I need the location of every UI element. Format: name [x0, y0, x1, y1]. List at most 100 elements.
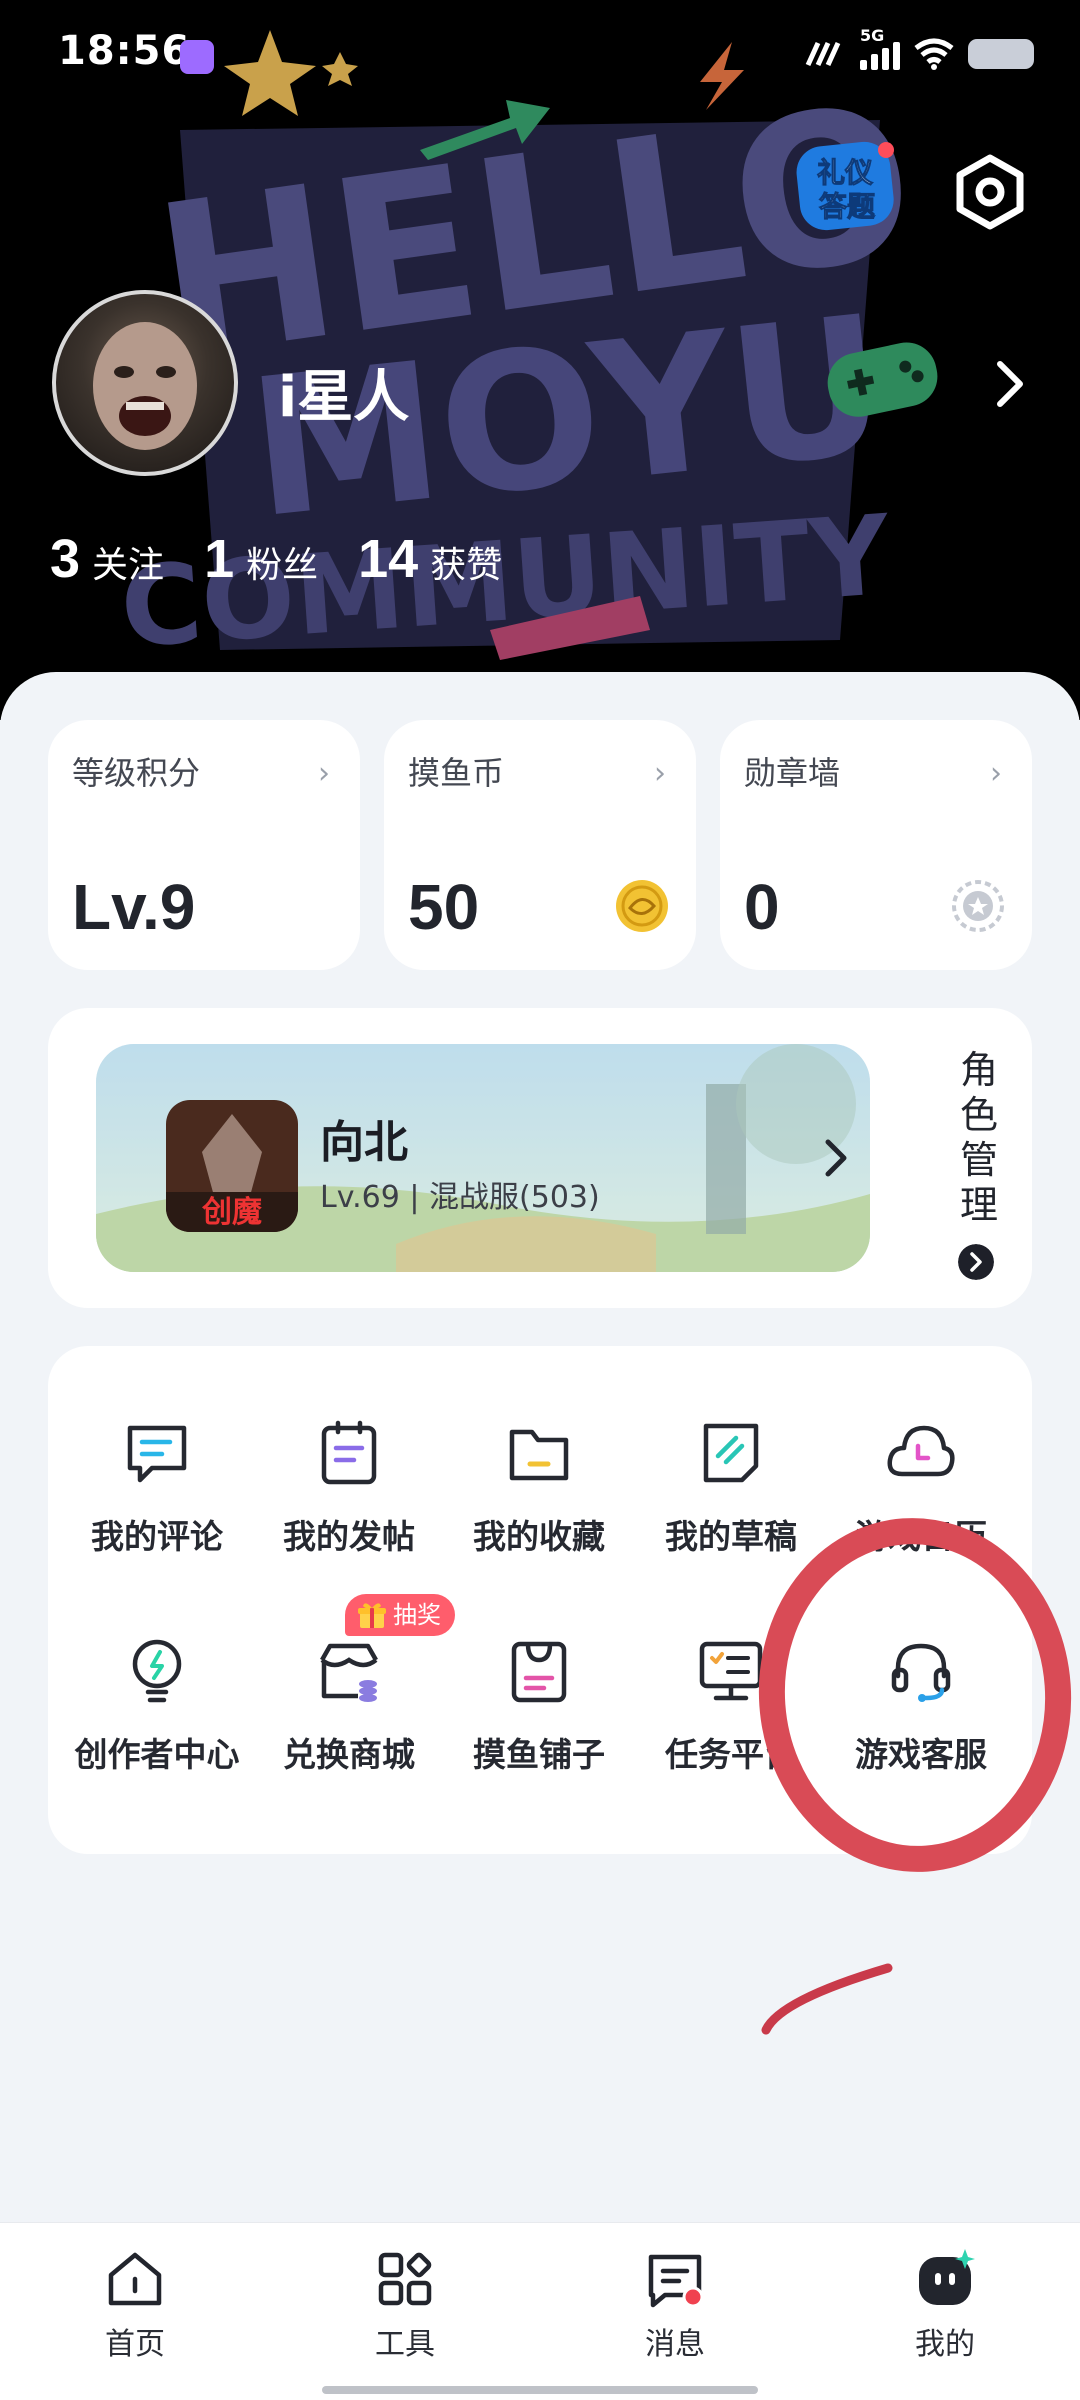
grid-label: 任务平台	[665, 1735, 797, 1774]
etiquette-quiz-badge[interactable]: 礼仪 答题	[790, 130, 900, 240]
avatar[interactable]	[52, 290, 238, 476]
lightbulb-icon	[132, 1639, 182, 1703]
stat-following-label: 关注	[92, 545, 165, 586]
grid-label: 我的收藏	[473, 1517, 605, 1556]
draft-icon	[703, 1423, 759, 1483]
medal-count-value: 0	[744, 871, 780, 943]
role-manage-char-3: 管	[959, 1138, 998, 1182]
role-card: 创魔 向北 Lv.69 | 混战服(503) 角 色 管 理	[48, 1008, 1032, 1308]
grid-item-my-posts[interactable]: 我的发帖	[254, 1418, 444, 1588]
lottery-badge-label: 抽奖	[393, 1601, 441, 1629]
wifi-icon	[914, 38, 954, 70]
grid-item-game-support[interactable]: 游戏客服	[826, 1636, 1016, 1806]
stat-followers-count: 1	[204, 529, 235, 589]
comment-icon	[127, 1425, 187, 1483]
moyu-coin-card[interactable]: 摸鱼币 › 50	[384, 720, 696, 970]
stat-followers-label: 粉丝	[246, 545, 319, 586]
message-icon	[648, 2254, 704, 2308]
game-icon-text: 创魔	[201, 1195, 262, 1230]
level-points-card[interactable]: 等级积分 › Lv.9	[48, 720, 360, 970]
grid-item-task-platform[interactable]: 任务平台	[636, 1636, 826, 1806]
status-indicators: 5G	[804, 26, 1034, 70]
quiz-badge-line-2: 答题	[819, 190, 875, 223]
stat-following[interactable]: 3 关注	[50, 528, 164, 590]
medal-wall-title: 勋章墙	[744, 754, 841, 792]
tab-tools[interactable]: 工具	[330, 2249, 480, 2369]
medal-icon	[952, 880, 1004, 932]
shop-icon	[320, 1643, 378, 1702]
grid-item-my-drafts[interactable]: 我的草稿	[636, 1418, 826, 1588]
chevron-right-icon: ›	[654, 756, 666, 791]
grid-item-creator-center[interactable]: 创作者中心	[62, 1636, 252, 1806]
battery-icon	[968, 39, 1034, 69]
role-management-button[interactable]: 角 色 管 理	[954, 1048, 1004, 1228]
moyu-coin-title: 摸鱼币	[408, 754, 505, 792]
grid-item-game-calendar[interactable]: 游戏日历	[826, 1418, 1016, 1588]
grid-label: 我的草稿	[665, 1517, 797, 1556]
stat-likes[interactable]: 14 获赞	[358, 528, 502, 590]
lottery-badge: 抽奖	[345, 1594, 455, 1636]
avatar-face	[93, 322, 197, 450]
tab-home[interactable]: 首页	[60, 2249, 210, 2369]
level-points-title: 等级积分	[72, 754, 201, 792]
quiz-badge-line-1: 礼仪	[817, 156, 874, 189]
post-icon	[321, 1420, 377, 1485]
moyu-coin-value: 50	[408, 871, 480, 943]
network-type-label: 5G	[860, 26, 885, 45]
level-value: Lv.9	[72, 871, 196, 943]
chevron-right-icon: ›	[318, 756, 330, 791]
stat-followers[interactable]: 1 粉丝	[204, 528, 318, 590]
tab-label: 工具	[375, 2327, 435, 2362]
grid-item-moyu-shop[interactable]: 摸鱼铺子	[444, 1636, 634, 1806]
tab-label: 首页	[105, 2327, 165, 2362]
chevron-right-icon[interactable]	[820, 1136, 850, 1180]
gift-icon	[358, 1603, 386, 1628]
tab-messages[interactable]: 消息	[600, 2249, 750, 2369]
tab-profile[interactable]: 我的	[870, 2249, 1020, 2369]
grid-label: 我的发帖	[283, 1517, 415, 1556]
folder-icon	[509, 1429, 569, 1481]
home-icon	[108, 2252, 162, 2306]
stat-likes-label: 获赞	[430, 545, 503, 586]
chevron-right-icon[interactable]	[990, 358, 1030, 410]
nfc-icon	[805, 41, 841, 67]
role-manage-char-1: 角	[959, 1048, 998, 1092]
grid-label: 游戏客服	[855, 1735, 987, 1774]
profile-stats: 3 关注 1 粉丝 14 获赞	[50, 528, 542, 590]
chevron-right-icon: ›	[990, 756, 1002, 791]
game-icon: 创魔	[166, 1100, 298, 1232]
chevron-circle-icon[interactable]	[958, 1244, 994, 1280]
stat-following-count: 3	[50, 529, 81, 589]
notification-app-icon	[180, 40, 214, 74]
grid-item-exchange-mall[interactable]: 兑换商城	[254, 1636, 444, 1806]
cellular-signal-icon: 5G	[860, 26, 900, 70]
bag-icon	[511, 1641, 567, 1703]
grid-item-my-comments[interactable]: 我的评论	[62, 1418, 252, 1588]
role-manage-char-2: 色	[959, 1093, 998, 1137]
profile-icon	[919, 2249, 975, 2305]
grid-label: 摸鱼铺子	[473, 1735, 605, 1774]
grid-label: 创作者中心	[74, 1735, 240, 1774]
username[interactable]: i星人	[278, 352, 409, 433]
grid-label: 游戏日历	[855, 1517, 987, 1556]
tab-label: 消息	[645, 2327, 705, 2362]
home-indicator[interactable]	[322, 2386, 758, 2394]
grid-item-my-favorites[interactable]: 我的收藏	[444, 1418, 634, 1588]
status-bar: 18:56 5G	[0, 0, 1080, 115]
bottom-tab-bar: 首页 工具 消息 我的	[0, 2222, 1080, 2400]
role-name: 向北	[320, 1117, 408, 1168]
role-server-info: Lv.69 | 混战服(503)	[320, 1180, 600, 1215]
role-manage-char-4: 理	[959, 1183, 998, 1227]
profile-header: HELLO MOYU COMMUNITY 18:56 5G 礼仪 答题 i星人 …	[0, 0, 1080, 720]
grid-label: 兑换商城	[283, 1735, 415, 1774]
grid-label: 我的评论	[91, 1517, 223, 1556]
settings-hex-icon[interactable]	[950, 152, 1030, 232]
task-icon	[699, 1641, 763, 1701]
status-time: 18:56	[58, 28, 191, 74]
medal-wall-card[interactable]: 勋章墙 › 0	[720, 720, 1032, 970]
headset-icon	[891, 1643, 951, 1702]
coin-icon	[616, 880, 668, 932]
stat-likes-count: 14	[358, 529, 419, 589]
cloud-clock-icon	[887, 1425, 955, 1477]
tools-icon	[378, 2252, 432, 2306]
